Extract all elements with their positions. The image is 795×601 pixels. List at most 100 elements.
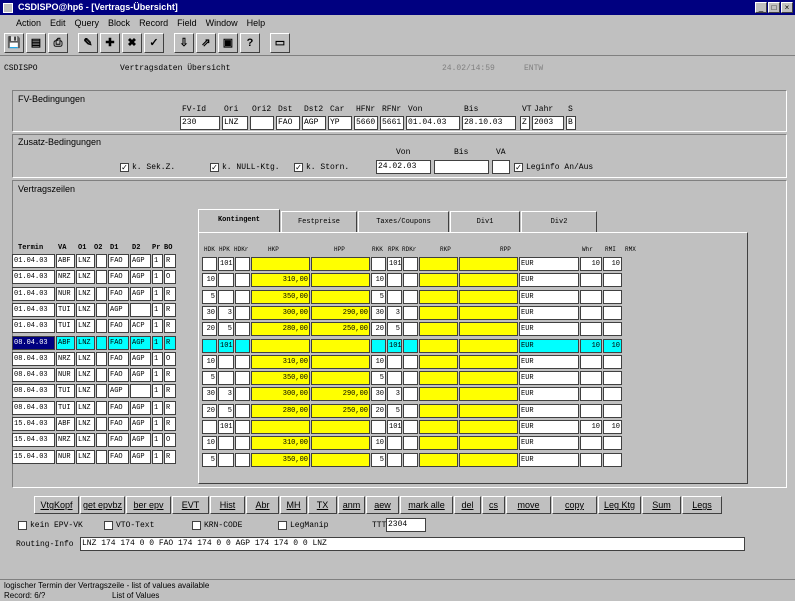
grid-cell-3-9[interactable] <box>459 305 518 320</box>
vz-cell-10-4[interactable]: FAO <box>108 417 129 431</box>
grid-cell-7-4[interactable] <box>311 371 370 386</box>
grid-cell-1-10[interactable]: EUR <box>519 273 579 288</box>
grid-cell-4-3[interactable]: 280,00 <box>251 322 310 337</box>
toolbar-icon-11[interactable]: ▭ <box>270 33 290 53</box>
grid-cell-3-7[interactable] <box>403 305 418 320</box>
vz-cell-7-6[interactable]: 1 <box>152 368 163 383</box>
grid-cell-11-7[interactable] <box>403 436 418 451</box>
grid-cell-6-2[interactable] <box>235 354 250 369</box>
vz-cell-8-7[interactable]: R <box>164 384 176 399</box>
grid-cell-8-4[interactable]: 290,00 <box>311 387 370 402</box>
menu-item-7[interactable]: Help <box>247 18 266 28</box>
vz-cell-1-5[interactable]: AGP <box>130 270 151 285</box>
chk-storn[interactable]: ✓ <box>294 163 303 172</box>
grid-cell-12-9[interactable] <box>459 452 518 467</box>
grid-cell-3-12[interactable] <box>603 305 622 320</box>
button-anm[interactable]: anm <box>338 496 365 514</box>
chk-kein-epv[interactable] <box>18 521 27 530</box>
vz-cell-2-2[interactable]: LNZ <box>76 286 95 301</box>
grid-cell-12-1[interactable] <box>218 452 234 467</box>
grid-cell-6-9[interactable] <box>459 354 518 369</box>
grid-cell-1-11[interactable] <box>580 273 602 288</box>
grid-cell-8-1[interactable]: 3 <box>218 387 234 402</box>
vz-cell-0-7[interactable]: R <box>164 254 176 268</box>
vz-cell-7-3[interactable] <box>96 368 107 383</box>
grid-cell-4-10[interactable]: EUR <box>519 322 579 337</box>
vz-cell-12-6[interactable]: 1 <box>152 449 163 464</box>
chk-null[interactable]: ✓ <box>210 163 219 172</box>
grid-cell-12-11[interactable] <box>580 452 602 467</box>
fv-field-5[interactable]: YP <box>328 116 352 130</box>
grid-cell-2-1[interactable] <box>218 289 234 304</box>
grid-cell-10-8[interactable] <box>419 420 458 434</box>
grid-cell-6-8[interactable] <box>419 354 458 369</box>
grid-cell-3-0[interactable]: 30 <box>202 305 217 320</box>
grid-cell-7-9[interactable] <box>459 371 518 386</box>
vz-cell-10-3[interactable] <box>96 417 107 431</box>
vz-cell-4-4[interactable]: FAO <box>108 319 129 334</box>
vz-cell-8-6[interactable]: 1 <box>152 384 163 399</box>
grid-cell-2-6[interactable] <box>387 289 402 304</box>
grid-cell-3-8[interactable] <box>419 305 458 320</box>
vz-cell-3-4[interactable]: AGP <box>108 302 129 317</box>
grid-cell-12-0[interactable]: 5 <box>202 452 217 467</box>
menu-item-4[interactable]: Record <box>139 18 168 28</box>
grid-cell-5-10[interactable]: EUR <box>519 338 579 353</box>
grid-cell-0-7[interactable] <box>403 257 418 271</box>
toolbar-icon-1[interactable]: ▤ <box>26 33 46 53</box>
grid-cell-12-4[interactable] <box>311 452 370 467</box>
grid-cell-12-3[interactable]: 350,00 <box>251 452 310 467</box>
vz-cell-4-0[interactable]: 01.04.03 <box>12 319 55 334</box>
vz-cell-8-1[interactable]: TUI <box>56 384 75 399</box>
vz-cell-8-2[interactable]: LNZ <box>76 384 95 399</box>
grid-cell-6-4[interactable] <box>311 354 370 369</box>
menu-item-1[interactable]: Edit <box>50 18 66 28</box>
grid-cell-4-0[interactable]: 20 <box>202 322 217 337</box>
vz-cell-11-7[interactable]: O <box>164 433 176 448</box>
grid-cell-3-4[interactable]: 290,00 <box>311 305 370 320</box>
button-get-epvbz[interactable]: get epvbz <box>80 496 125 514</box>
toolbar-icon-6[interactable]: ✓ <box>144 33 164 53</box>
fv-field-10[interactable]: Z <box>520 116 530 130</box>
grid-cell-6-5[interactable]: 10 <box>371 354 386 369</box>
grid-cell-0-5[interactable] <box>371 257 386 271</box>
vz-cell-10-0[interactable]: 15.04.03 <box>12 417 55 431</box>
grid-cell-4-5[interactable]: 20 <box>371 322 386 337</box>
grid-cell-2-11[interactable] <box>580 289 602 304</box>
grid-cell-7-10[interactable]: EUR <box>519 371 579 386</box>
vz-cell-2-5[interactable]: AGP <box>130 286 151 301</box>
vz-cell-2-1[interactable]: NUR <box>56 286 75 301</box>
vz-cell-6-1[interactable]: NRZ <box>56 351 75 366</box>
grid-cell-2-5[interactable]: 5 <box>371 289 386 304</box>
vz-cell-4-1[interactable]: TUI <box>56 319 75 334</box>
grid-cell-0-2[interactable] <box>235 257 250 271</box>
vz-cell-10-5[interactable]: AGP <box>130 417 151 431</box>
grid-cell-4-6[interactable]: 5 <box>387 322 402 337</box>
von-field[interactable]: 24.02.03 <box>376 160 431 174</box>
button-del[interactable]: del <box>454 496 481 514</box>
grid-cell-11-4[interactable] <box>311 436 370 451</box>
toolbar-icon-9[interactable]: ▣ <box>218 33 238 53</box>
button-sum[interactable]: Sum <box>642 496 681 514</box>
grid-cell-2-4[interactable] <box>311 289 370 304</box>
vz-cell-9-1[interactable]: TUI <box>56 400 75 415</box>
grid-cell-8-10[interactable]: EUR <box>519 387 579 402</box>
vz-cell-12-3[interactable] <box>96 449 107 464</box>
grid-cell-5-5[interactable] <box>371 338 386 353</box>
grid-cell-7-0[interactable]: 5 <box>202 371 217 386</box>
vz-cell-9-6[interactable]: 1 <box>152 400 163 415</box>
va-field[interactable] <box>492 160 510 174</box>
grid-cell-2-8[interactable] <box>419 289 458 304</box>
vz-cell-7-5[interactable]: AGP <box>130 368 151 383</box>
grid-cell-6-6[interactable] <box>387 354 402 369</box>
vz-cell-0-0[interactable]: 01.04.03 <box>12 254 55 268</box>
grid-cell-6-0[interactable]: 10 <box>202 354 217 369</box>
grid-cell-10-3[interactable] <box>251 420 310 434</box>
grid-cell-0-3[interactable] <box>251 257 310 271</box>
vz-cell-11-0[interactable]: 15.04.03 <box>12 433 55 448</box>
grid-cell-6-3[interactable]: 310,00 <box>251 354 310 369</box>
grid-cell-2-10[interactable]: EUR <box>519 289 579 304</box>
vz-cell-6-3[interactable] <box>96 351 107 366</box>
button-move[interactable]: move <box>506 496 551 514</box>
grid-cell-4-11[interactable] <box>580 322 602 337</box>
